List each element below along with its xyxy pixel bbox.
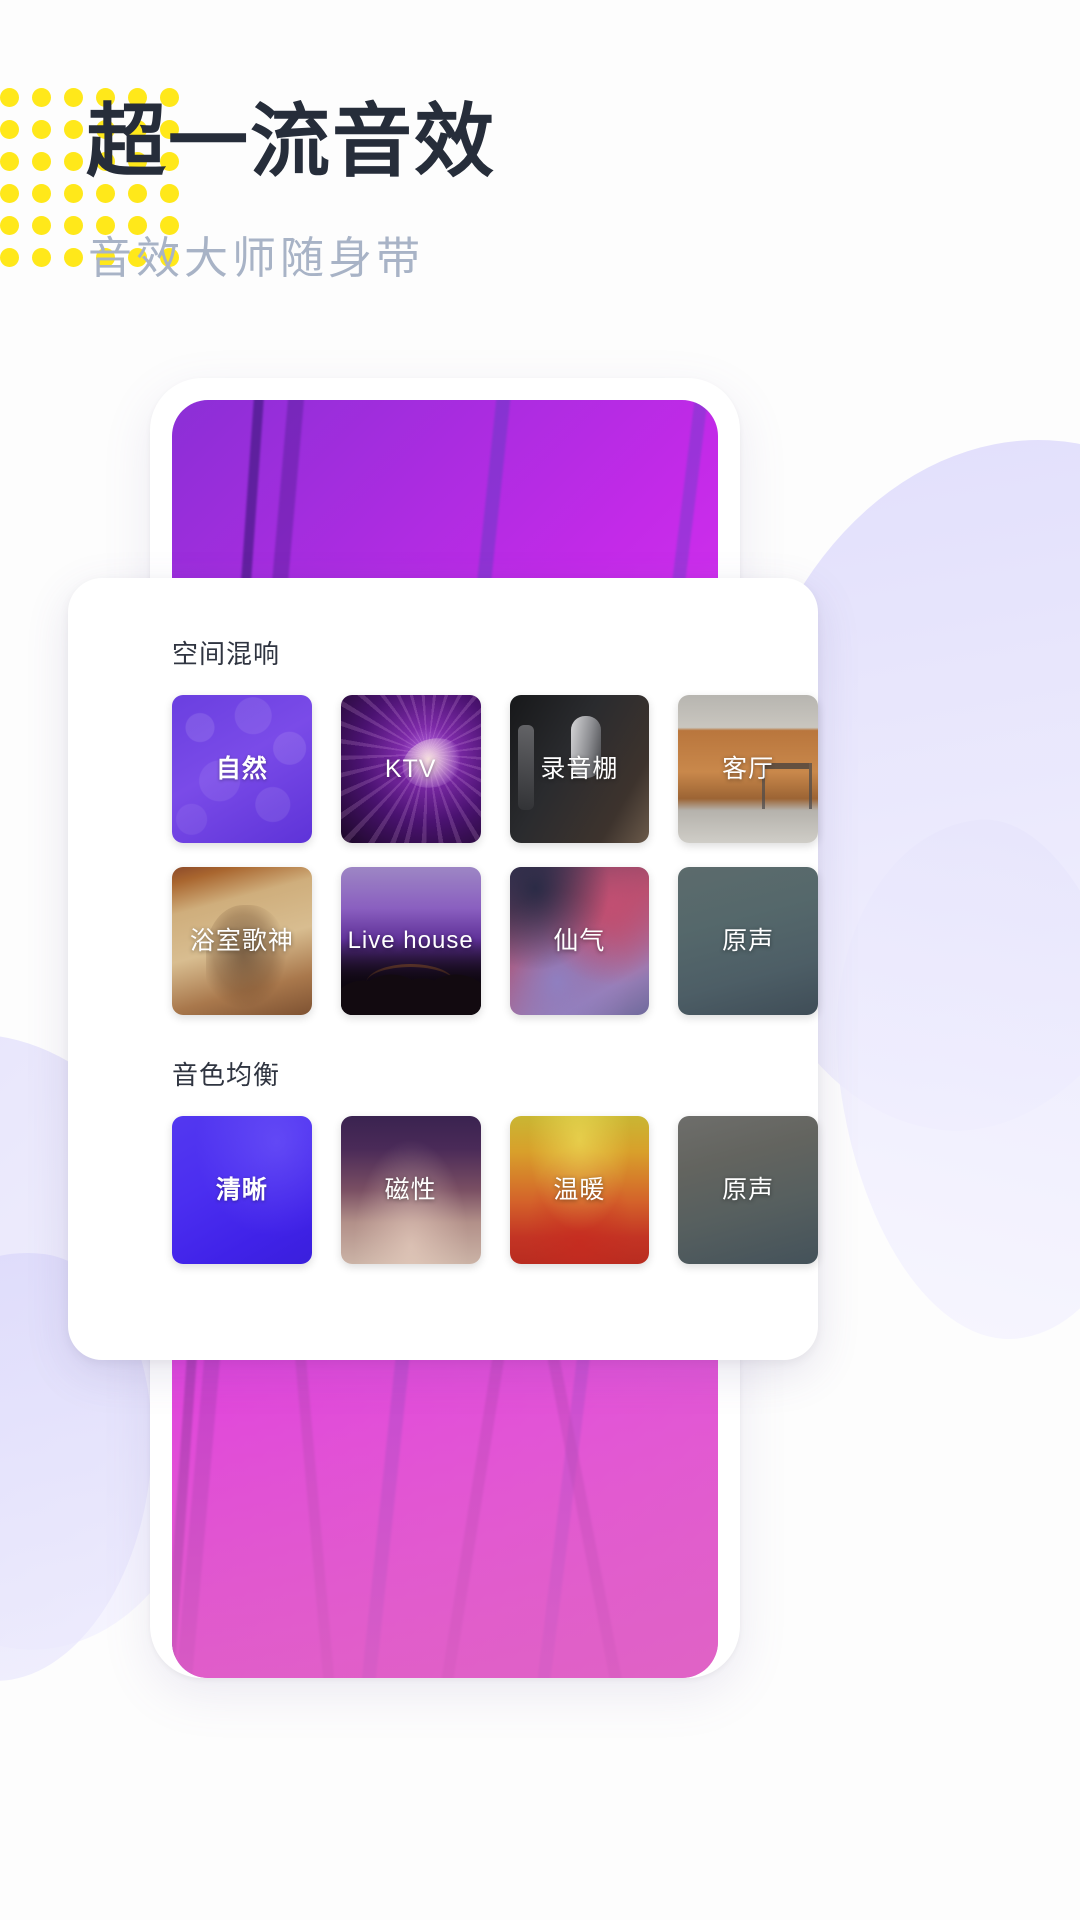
dot-pattern-dot bbox=[0, 184, 19, 203]
dot-pattern-dot bbox=[32, 88, 51, 107]
preset-tile-磁性[interactable]: 磁性 bbox=[340, 1116, 481, 1264]
sound-effects-panel: 空间混响 自然 KTV 录音棚 客厅 浴室歌神 Live house 仙气 原声 音色均衡 清晰 磁性… bbox=[68, 578, 818, 1360]
dot-pattern-dot bbox=[32, 248, 51, 267]
preset-tile-label: 仙气 bbox=[553, 926, 606, 955]
preset-tile-清晰[interactable]: 清晰 bbox=[172, 1116, 312, 1264]
preset-tile-label: 客厅 bbox=[722, 754, 775, 783]
preset-tile-label: 原声 bbox=[722, 1175, 775, 1204]
preset-tile-录音棚[interactable]: 录音棚 bbox=[509, 695, 650, 843]
section-title-2: 音色均衡 bbox=[172, 1060, 281, 1090]
preset-tile-自然[interactable]: 自然 bbox=[172, 695, 312, 843]
dot-pattern-dot bbox=[0, 152, 19, 171]
section-title-1: 空间混响 bbox=[172, 639, 281, 669]
page-title: 超一流音效 bbox=[86, 97, 496, 186]
preset-tile-label: Live house bbox=[347, 927, 474, 955]
preset-tile-原声[interactable]: 原声 bbox=[678, 1116, 818, 1264]
preset-tile-label: 温暖 bbox=[553, 1175, 606, 1204]
preset-row: 自然 KTV 录音棚 客厅 bbox=[172, 695, 818, 843]
dot-pattern-dot bbox=[32, 152, 51, 171]
preset-tile-label: 自然 bbox=[215, 754, 268, 783]
dot-pattern-dot bbox=[64, 88, 83, 107]
dot-pattern-dot bbox=[0, 120, 19, 139]
dot-pattern-dot bbox=[128, 184, 147, 203]
dot-pattern-dot bbox=[32, 184, 51, 203]
dot-pattern-dot bbox=[0, 88, 19, 107]
dot-pattern-dot bbox=[64, 184, 83, 203]
preset-tile-label: 录音棚 bbox=[540, 754, 619, 783]
preset-row: 浴室歌神 Live house 仙气 原声 bbox=[172, 867, 818, 1015]
dot-pattern-dot bbox=[64, 152, 83, 171]
preset-tile-live-house[interactable]: Live house bbox=[340, 867, 481, 1015]
preset-tile-ktv[interactable]: KTV bbox=[340, 695, 481, 843]
preset-tile-浴室歌神[interactable]: 浴室歌神 bbox=[172, 867, 312, 1015]
preset-tile-label: 浴室歌神 bbox=[189, 926, 294, 955]
dot-pattern-dot bbox=[0, 248, 19, 267]
preset-tile-label: 清晰 bbox=[215, 1175, 268, 1204]
page-subtitle: 音效大师随身带 bbox=[88, 234, 424, 283]
preset-tile-label: 磁性 bbox=[384, 1175, 437, 1204]
preset-tile-label: 原声 bbox=[722, 926, 775, 955]
preset-tile-客厅[interactable]: 客厅 bbox=[678, 695, 818, 843]
dot-pattern-dot bbox=[32, 216, 51, 235]
preset-tile-原声[interactable]: 原声 bbox=[678, 867, 818, 1015]
dot-pattern-dot bbox=[160, 184, 179, 203]
dot-pattern-dot bbox=[96, 184, 115, 203]
preset-tile-label: KTV bbox=[384, 754, 437, 783]
preset-row: 清晰 磁性 温暖 原声 bbox=[172, 1116, 818, 1264]
dot-pattern-dot bbox=[64, 216, 83, 235]
promo-page: 超一流音效 音效大师随身带 空间混响自然 KTV 录音棚 客厅浴室歌神 Live hou… bbox=[0, 0, 1080, 1920]
preset-tile-温暖[interactable]: 温暖 bbox=[509, 1116, 650, 1264]
preset-tile-仙气[interactable]: 仙气 bbox=[509, 867, 650, 1015]
dot-pattern-dot bbox=[64, 248, 83, 267]
dot-pattern-dot bbox=[0, 216, 19, 235]
dot-pattern-dot bbox=[32, 120, 51, 139]
dot-pattern-dot bbox=[64, 120, 83, 139]
